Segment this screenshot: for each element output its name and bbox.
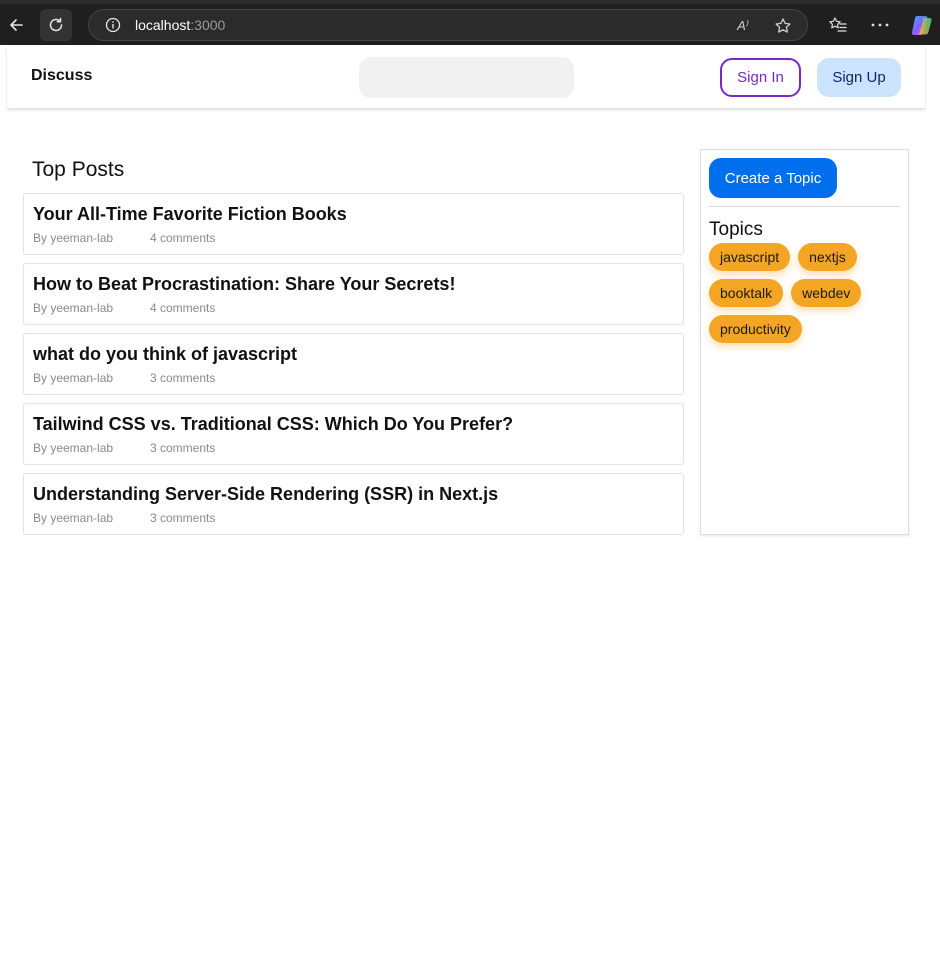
post-author: By yeeman-lab — [33, 231, 114, 245]
topic-chip-list: javascript nextjs booktalk webdev produc… — [709, 243, 904, 343]
post-author: By yeeman-lab — [33, 301, 114, 315]
post-title[interactable]: Your All-Time Favorite Fiction Books — [33, 204, 347, 225]
browser-toolbar: localhost:3000 A⁾ — [0, 0, 940, 50]
topic-chip[interactable]: javascript — [709, 243, 791, 271]
post-comment-count: 3 comments — [150, 441, 216, 455]
brand-logo[interactable]: Discuss — [31, 67, 92, 85]
back-arrow-icon — [10, 19, 23, 31]
post-card[interactable]: How to Beat Procrastination: Share Your … — [23, 263, 684, 325]
post-author: By yeeman-lab — [33, 511, 114, 525]
post-title[interactable]: what do you think of javascript — [33, 344, 297, 365]
read-aloud-icon[interactable]: A⁾ — [733, 16, 753, 36]
reload-button[interactable] — [40, 9, 72, 41]
post-title[interactable]: Tailwind CSS vs. Traditional CSS: Which … — [33, 414, 513, 435]
topic-chip[interactable]: productivity — [709, 315, 802, 343]
app-header: Discuss Sign In Sign Up — [7, 45, 925, 109]
more-options-icon[interactable] — [868, 13, 892, 37]
divider — [709, 206, 900, 207]
page: Discuss Sign In Sign Up Top Posts Your A… — [0, 45, 940, 956]
site-info-icon[interactable] — [105, 17, 121, 33]
post-comment-count: 4 comments — [150, 231, 216, 245]
post-author: By yeeman-lab — [33, 441, 114, 455]
topic-chip[interactable]: booktalk — [709, 279, 784, 307]
create-topic-button[interactable]: Create a Topic — [709, 158, 837, 198]
back-button[interactable] — [0, 9, 32, 41]
post-title[interactable]: How to Beat Procrastination: Share Your … — [33, 274, 455, 295]
post-title[interactable]: Understanding Server-Side Rendering (SSR… — [33, 484, 498, 505]
favorite-star-icon[interactable] — [773, 16, 793, 36]
post-card[interactable]: Tailwind CSS vs. Traditional CSS: Which … — [23, 403, 684, 465]
post-author: By yeeman-lab — [33, 371, 114, 385]
sign-in-button[interactable]: Sign In — [720, 58, 801, 97]
sign-up-button[interactable]: Sign Up — [817, 58, 901, 97]
post-comment-count: 3 comments — [150, 511, 216, 525]
topics-sidebar: Create a Topic Topics javascript nextjs … — [700, 149, 909, 535]
url-host: localhost — [135, 17, 191, 33]
topic-chip[interactable]: nextjs — [798, 243, 857, 271]
topics-heading: Topics — [709, 219, 763, 240]
favorites-list-icon[interactable] — [826, 13, 850, 37]
post-comment-count: 3 comments — [150, 371, 216, 385]
reload-icon — [49, 17, 63, 32]
address-bar[interactable]: localhost:3000 A⁾ — [88, 9, 808, 41]
copilot-icon[interactable] — [910, 13, 934, 37]
tab-strip — [0, 0, 940, 4]
post-card[interactable]: what do you think of javascript By yeema… — [23, 333, 684, 395]
post-card[interactable]: Understanding Server-Side Rendering (SSR… — [23, 473, 684, 535]
page-title: Top Posts — [32, 158, 125, 181]
post-card[interactable]: Your All-Time Favorite Fiction Books By … — [23, 193, 684, 255]
topic-chip[interactable]: webdev — [791, 279, 862, 307]
url-port: :3000 — [190, 17, 226, 33]
search-input[interactable] — [359, 57, 574, 98]
post-comment-count: 4 comments — [150, 301, 216, 315]
